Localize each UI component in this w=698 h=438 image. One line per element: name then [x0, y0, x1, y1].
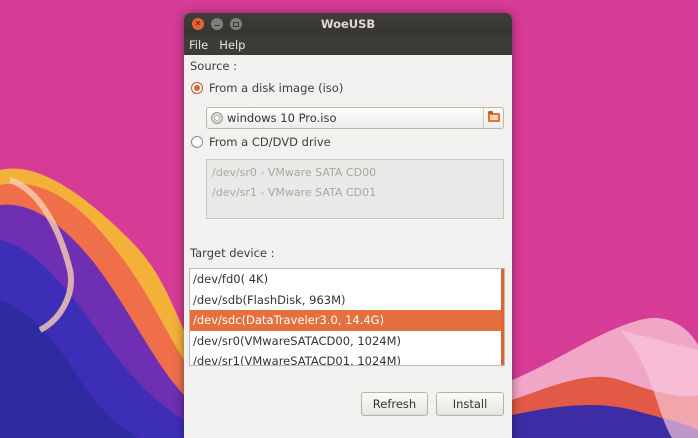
iso-radio[interactable] — [191, 82, 203, 94]
list-item: /dev/sr0 - VMware SATA CD00 — [212, 166, 377, 179]
menubar: File Help — [184, 35, 512, 55]
disc-icon — [211, 112, 223, 124]
window-title: WoeUSB — [320, 17, 376, 31]
iso-file-chooser[interactable]: windows 10 Pro.iso — [206, 107, 504, 129]
list-item[interactable]: /dev/sdb(FlashDisk, 963M) — [190, 290, 504, 311]
refresh-button[interactable]: Refresh — [361, 392, 428, 416]
list-item[interactable]: /dev/sr1(VMwareSATACD01, 1024M) — [190, 351, 504, 365]
iso-option-label[interactable]: From a disk image (iso) — [209, 81, 343, 95]
list-item[interactable]: /dev/fd0( 4K) — [190, 269, 504, 290]
main-content: Source : From a disk image (iso) windows… — [184, 55, 512, 438]
cd-radio[interactable] — [191, 136, 203, 148]
titlebar: ✕ WoeUSB — [184, 13, 512, 35]
target-device-label: Target device : — [190, 246, 275, 260]
folder-icon — [488, 111, 500, 122]
iso-file-name: windows 10 Pro.iso — [227, 111, 337, 125]
scrollbar[interactable] — [501, 269, 504, 365]
list-item-selected[interactable]: /dev/sdc(DataTraveler3.0, 14.4G) — [190, 310, 504, 331]
browse-button[interactable] — [483, 108, 503, 128]
cd-drive-list: /dev/sr0 - VMware SATA CD00 /dev/sr1 - V… — [206, 159, 504, 219]
target-device-list[interactable]: /dev/fd0( 4K) /dev/sdb(FlashDisk, 963M) … — [189, 268, 505, 366]
menu-file[interactable]: File — [189, 38, 208, 52]
menu-help[interactable]: Help — [219, 38, 245, 52]
list-item[interactable]: /dev/sr0(VMwareSATACD00, 1024M) — [190, 331, 504, 352]
woeusb-window: ✕ WoeUSB File Help Source : From a disk … — [184, 13, 512, 438]
list-item: /dev/sr1 - VMware SATA CD01 — [212, 186, 377, 199]
cd-option-label[interactable]: From a CD/DVD drive — [209, 135, 331, 149]
source-label: Source : — [190, 59, 238, 73]
install-button[interactable]: Install — [436, 392, 504, 416]
